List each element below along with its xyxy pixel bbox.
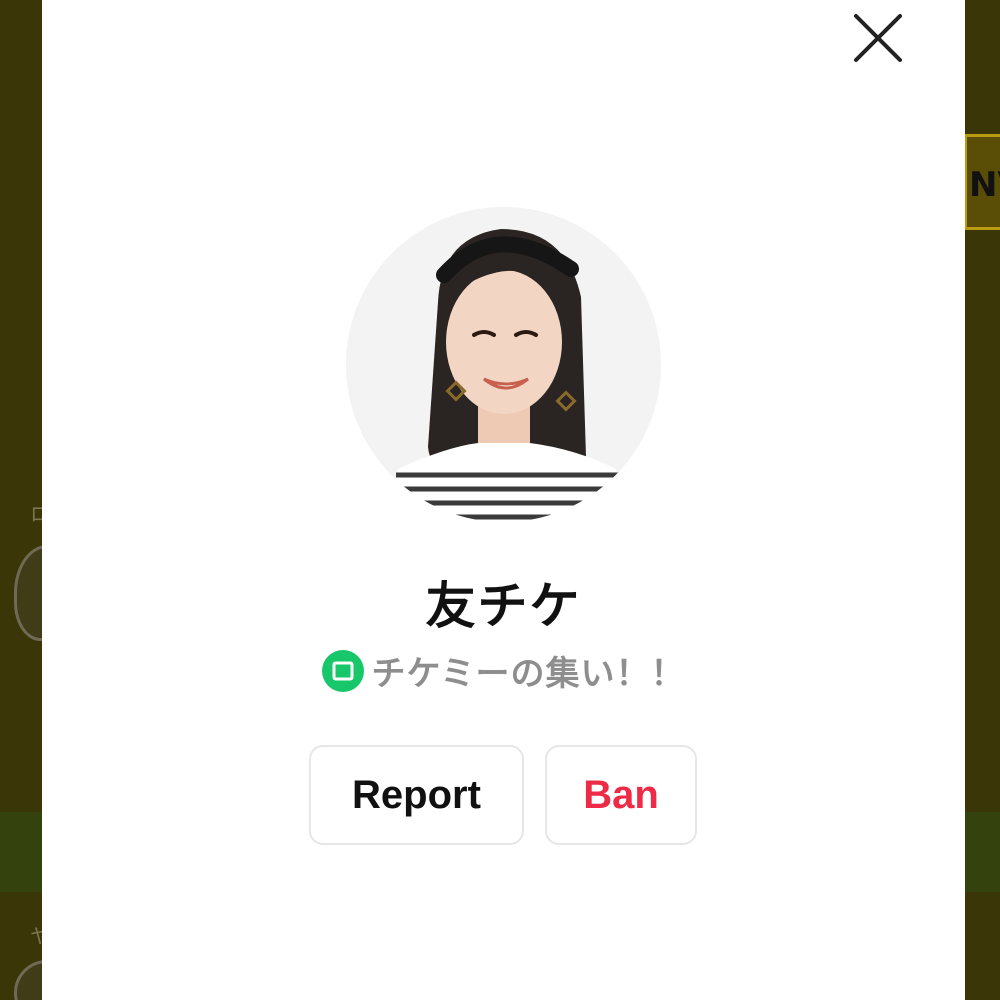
background-button: NV — [964, 134, 1000, 230]
community-name: チケミーの集い！！ — [371, 654, 686, 694]
profile-avatar — [346, 207, 661, 522]
report-button[interactable]: Report — [309, 745, 524, 845]
community-row: チケミーの集い！！ — [42, 646, 965, 695]
community-chat-icon — [321, 649, 364, 692]
ban-button[interactable]: Ban — [545, 745, 697, 845]
profile-modal: 友チケ チケミーの集い！！ Report Ban — [42, 0, 965, 1000]
profile-name: 友チケ — [425, 577, 582, 635]
close-button[interactable] — [850, 10, 906, 66]
close-icon — [854, 14, 902, 62]
